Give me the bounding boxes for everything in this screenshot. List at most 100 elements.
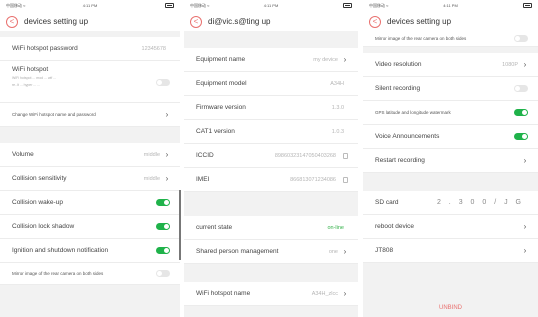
sensitivity-row[interactable]: Collision sensitivity middle › (0, 167, 180, 191)
cat1-label: CAT1 version (196, 128, 235, 135)
chevron-left-icon: < (9, 16, 15, 26)
mirror-row: Mirror image of the rear camera on both … (0, 263, 180, 285)
mirror-row: Mirror image of the rear camera on both … (363, 31, 538, 47)
cat1-value: 1.0.3 (331, 128, 344, 135)
status-bar: 中国移动 ≈ 4:11 PM (184, 0, 358, 12)
chevron-right-icon: › (165, 150, 169, 159)
chevron-right-icon: › (523, 156, 527, 165)
restart-label: Restart recording (375, 157, 425, 164)
chevron-right-icon: › (523, 60, 527, 69)
chevron-right-icon: › (165, 174, 169, 183)
state-row: current state on-line (184, 216, 358, 240)
copy-icon[interactable] (343, 176, 348, 183)
sharer-value: one (328, 248, 338, 255)
chevron-right-icon: › (343, 55, 347, 64)
iccid-label: ICCID (196, 152, 214, 159)
state-label: current state (196, 224, 233, 231)
page-title: di@vic.s@ting up (208, 17, 271, 26)
jt808-label: JT808 (375, 247, 394, 254)
equipment-name-label: Equipment name (196, 56, 246, 63)
back-button[interactable]: < (6, 15, 18, 28)
iccid-row: ICCID 89860323147050403268 (184, 144, 358, 168)
hotspot-detail-1: WiFi hotspot ... mod ... wif ... (12, 76, 57, 80)
voice-label: Voice Announcements (375, 133, 440, 140)
hotspot-name-label: WiFi hotspot name (196, 290, 251, 297)
volume-row[interactable]: Volume middle › (0, 143, 180, 167)
imei-row: IMEI 866813071234086 (184, 168, 358, 192)
chevron-right-icon: › (343, 289, 347, 298)
resolution-value: 1080P (502, 61, 518, 68)
lockshadow-row: Collision lock shadow (0, 215, 180, 239)
gps-toggle[interactable] (514, 109, 528, 116)
sdcard-label: SD card (375, 199, 399, 206)
battery-icon (165, 3, 174, 8)
silent-toggle[interactable] (514, 85, 528, 92)
firmware-row: Firmware version 1.3.0 (184, 96, 358, 120)
status-bar: 中国移动 ≈ 4:11 PM (363, 0, 538, 12)
chevron-right-icon: › (523, 246, 527, 255)
back-button[interactable]: < (190, 15, 202, 28)
gps-label: GPS latitude and longitude watermark (375, 110, 451, 115)
change-password-row[interactable]: Change WiFi hotspot name and password › (0, 103, 180, 127)
resolution-row[interactable]: Video resolution 1080P › (363, 53, 538, 77)
reboot-label: reboot device (375, 223, 415, 230)
reboot-row[interactable]: reboot device › (363, 215, 538, 239)
clock-label: 4:11 PM (82, 3, 98, 8)
hotspot-password-label: WiFi hotspot password (12, 45, 78, 52)
back-button[interactable]: < (369, 15, 381, 28)
hotspot-password-value: 12345678 (141, 45, 166, 52)
equipment-model-row: Equipment model A34H (184, 72, 358, 96)
jt808-row[interactable]: JT808 › (363, 239, 538, 263)
mirror-toggle[interactable] (514, 35, 528, 42)
gps-row: GPS latitude and longitude watermark (363, 101, 538, 125)
ignition-toggle[interactable] (156, 247, 170, 254)
sharer-row[interactable]: Shared person management one › (184, 240, 358, 264)
nav-bar: < di@vic.s@ting up (184, 12, 358, 31)
nav-bar: < devices setting up (363, 12, 538, 31)
screen-device-settings-3: 中国移动 ≈ 4:11 PM < devices setting up Mirr… (363, 0, 538, 317)
unbind-button[interactable]: UNBIND (363, 305, 538, 311)
equipment-name-row[interactable]: Equipment name my device › (184, 48, 358, 72)
sensitivity-label: Collision sensitivity (12, 175, 67, 182)
ignition-label: Ignition and shutdown notification (12, 247, 109, 254)
volume-value: middle (143, 151, 160, 158)
clock-label: 4:11 PM (443, 3, 458, 8)
equipment-model-value: A34H (330, 80, 344, 87)
equipment-model-label: Equipment model (196, 80, 247, 87)
wakeup-row: Collision wake-up (0, 191, 180, 215)
hotspot-row: WiFi hotspot WiFi hotspot ... mod ... wi… (0, 61, 180, 103)
mirror-toggle[interactable] (156, 270, 170, 277)
wakeup-label: Collision wake-up (12, 199, 63, 206)
chevron-right-icon: › (523, 222, 527, 231)
imei-value: 866813071234086 (290, 176, 336, 183)
volume-label: Volume (12, 151, 34, 158)
restart-row[interactable]: Restart recording › (363, 149, 538, 173)
hotspot-name-value: A34H_zlcc (311, 290, 338, 297)
ignition-row: Ignition and shutdown notification (0, 239, 180, 263)
wakeup-toggle[interactable] (156, 199, 170, 206)
hotspot-name-row[interactable]: WiFi hotspot name A34H_zlcc › (184, 282, 358, 306)
change-password-label: Change WiFi hotspot name and password (12, 112, 96, 117)
imei-label: IMEI (196, 176, 210, 183)
firmware-label: Firmware version (196, 104, 246, 111)
lockshadow-toggle[interactable] (156, 223, 170, 230)
hotspot-detail-2: re..lt ... hyper ... ... (12, 83, 41, 87)
chevron-right-icon: › (343, 247, 347, 256)
scroll-indicator[interactable] (179, 190, 181, 260)
resolution-label: Video resolution (375, 61, 422, 68)
hotspot-password-row[interactable]: WiFi hotspot password 12345678 (0, 37, 180, 61)
mirror-label: Mirror image of the rear camera on both … (375, 36, 467, 41)
mirror-label: Mirror image of the rear camera on both … (12, 271, 104, 276)
sensitivity-value: middle (143, 175, 160, 182)
nav-bar: < devices setting up (0, 12, 180, 31)
voice-toggle[interactable] (514, 133, 528, 140)
lockshadow-label: Collision lock shadow (12, 223, 75, 230)
firmware-value: 1.3.0 (331, 104, 344, 111)
silent-row: Silent recording (363, 77, 538, 101)
copy-icon[interactable] (343, 152, 348, 159)
hotspot-toggle[interactable] (156, 79, 170, 86)
equipment-name-value: my device (313, 56, 338, 63)
clock-label: 4:11 PM (263, 3, 279, 8)
silent-label: Silent recording (375, 85, 421, 92)
status-bar: 中国移动 ≈ 4:11 PM (0, 0, 180, 12)
